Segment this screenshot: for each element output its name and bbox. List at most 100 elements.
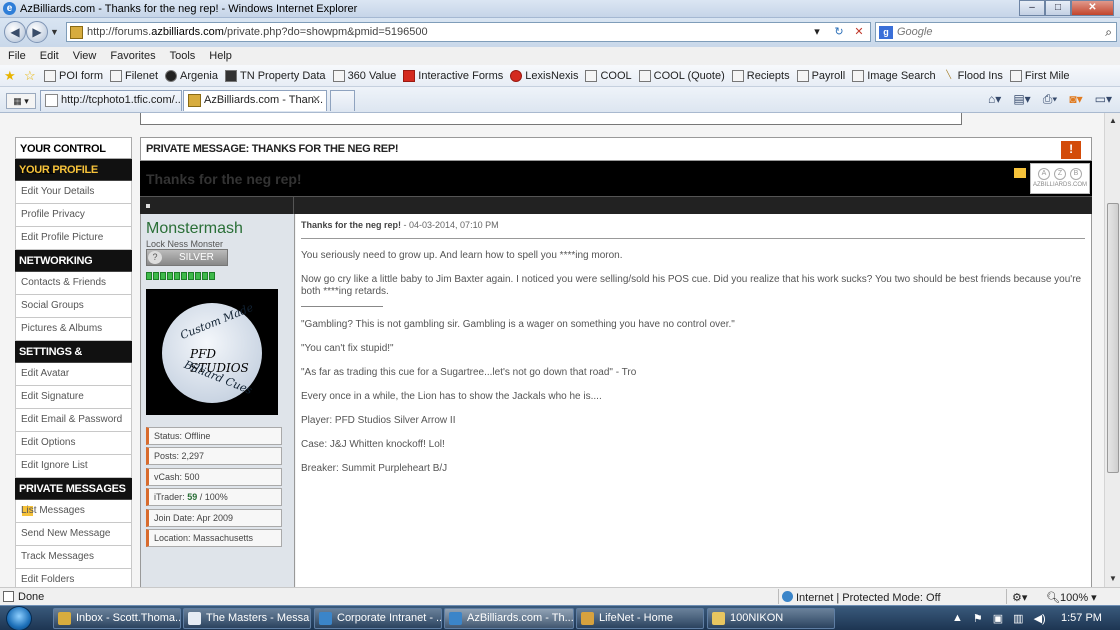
top-strip: [140, 113, 962, 125]
fav-cool-quote[interactable]: COOL (Quote): [638, 69, 725, 82]
fav-flood-ins[interactable]: ╲ Flood Ins: [943, 70, 1003, 82]
fav-reciepts[interactable]: Reciepts: [731, 69, 790, 82]
fav-cool[interactable]: COOL: [585, 69, 632, 82]
rss-icon[interactable]: ◙▾: [1069, 92, 1082, 107]
tray-expand-icon[interactable]: ▲: [952, 612, 963, 625]
menu-favorites[interactable]: Favorites: [110, 47, 155, 65]
minimize-button[interactable]: –: [1019, 0, 1045, 16]
signature-line: Player: PFD Studios Silver Arrow II: [301, 415, 456, 426]
stop-icon[interactable]: ✕: [852, 25, 866, 40]
username[interactable]: Monstermash: [146, 220, 243, 238]
link-pictures-albums[interactable]: Pictures & Albums: [15, 318, 132, 341]
new-tab-button[interactable]: [330, 90, 355, 111]
forward-button[interactable]: ▶: [26, 21, 48, 43]
print-icon[interactable]: ⎙▾: [1043, 92, 1058, 107]
menu-tools[interactable]: Tools: [170, 47, 196, 65]
menu-help[interactable]: Help: [209, 47, 232, 65]
back-button[interactable]: ◀: [4, 21, 26, 43]
fav-lexisnexis[interactable]: LexisNexis: [510, 69, 578, 82]
fav-360-value[interactable]: 360 Value: [332, 69, 396, 82]
scroll-up-icon[interactable]: ▲: [1105, 113, 1120, 129]
fav-image-search[interactable]: Image Search: [852, 69, 936, 82]
fav-payroll[interactable]: Payroll: [796, 69, 845, 82]
tab-azbilliards[interactable]: AzBilliards.com - Than... ✕: [183, 90, 327, 111]
task-lifenet[interactable]: LifeNet - Home: [576, 608, 704, 629]
home-icon[interactable]: ⌂▾: [988, 92, 1001, 107]
search-icon[interactable]: ⌕: [1105, 25, 1112, 40]
add-favorite-icon[interactable]: ☆: [24, 68, 40, 84]
post-body: Thanks for the neg rep! - 04-03-2014, 07…: [296, 214, 1091, 587]
link-edit-options[interactable]: Edit Options: [15, 432, 132, 455]
link-social-groups[interactable]: Social Groups: [15, 295, 132, 318]
search-input[interactable]: g Google ⌕: [875, 22, 1117, 42]
link-list-messages[interactable]: List Messages: [15, 500, 132, 523]
command-bar: ⌂▾ ▤▾ ⎙▾ ◙▾ ▭▾: [988, 92, 1112, 107]
volume-icon[interactable]: ◀): [1034, 612, 1046, 625]
start-button[interactable]: [6, 606, 32, 630]
rep-bar: [188, 272, 194, 280]
maximize-button[interactable]: □: [1045, 0, 1071, 16]
refresh-icon[interactable]: ↻: [832, 25, 846, 40]
page-menu-icon[interactable]: ▭▾: [1095, 92, 1112, 107]
address-url[interactable]: http://forums.azbilliards.com/private.ph…: [87, 26, 428, 38]
fav-tn-property-data[interactable]: TN Property Data: [224, 69, 326, 82]
stat-itrader: iTrader: 59 / 100%: [146, 488, 282, 506]
tn-icon: [224, 69, 237, 82]
menu-view[interactable]: View: [73, 47, 97, 65]
web-slice-icon: [44, 69, 56, 82]
link-edit-email-password[interactable]: Edit Email & Password: [15, 409, 132, 432]
history-dropdown-icon[interactable]: ▼: [50, 27, 59, 37]
close-button[interactable]: ✕: [1071, 0, 1114, 16]
task-inbox[interactable]: Inbox - Scott.Thoma...: [53, 608, 181, 629]
fav-poi-form[interactable]: POI form: [44, 69, 103, 82]
link-track-messages[interactable]: Track Messages: [15, 546, 132, 569]
fav-first-mile[interactable]: First Mile: [1009, 69, 1070, 82]
scroll-thumb[interactable]: [1107, 203, 1119, 473]
feeds-icon[interactable]: ▤▾: [1013, 92, 1030, 107]
task-azbilliards[interactable]: AzBilliards.com - Th...: [444, 608, 574, 629]
scroll-down-icon[interactable]: ▼: [1105, 571, 1120, 587]
link-send-new-message[interactable]: Send New Message: [15, 523, 132, 546]
tray-app-icon[interactable]: ▣: [993, 612, 1003, 625]
network-icon[interactable]: ▥: [1013, 612, 1023, 625]
link-edit-avatar[interactable]: Edit Avatar: [15, 363, 132, 386]
stat-join-date: Join Date: Apr 2009: [146, 509, 282, 527]
fav-argenia[interactable]: Argenia: [165, 69, 218, 82]
outlook-icon: [58, 612, 71, 625]
clock[interactable]: 1:57 PM: [1061, 612, 1102, 624]
link-edit-ignore-list[interactable]: Edit Ignore List: [15, 455, 132, 478]
bookmark-icon[interactable]: [1014, 168, 1026, 178]
page-icon: [188, 612, 201, 625]
task-100nikon[interactable]: 100NIKON: [707, 608, 835, 629]
menu-file[interactable]: File: [8, 47, 26, 65]
report-warning-icon[interactable]: !: [1061, 141, 1081, 159]
task-corporate-intranet[interactable]: Corporate Intranet - ...: [314, 608, 442, 629]
fav-filenet[interactable]: Filenet: [110, 69, 158, 82]
security-zone[interactable]: Internet | Protected Mode: Off: [782, 591, 941, 604]
tab-tcphoto[interactable]: http://tcphoto1.tfic.com/...: [40, 90, 182, 111]
post-text: You seriously need to grow up. And learn…: [301, 250, 1085, 487]
link-profile-privacy[interactable]: Profile Privacy: [15, 204, 132, 227]
link-edit-signature[interactable]: Edit Signature: [15, 386, 132, 409]
quick-tabs-icon[interactable]: ▦ ▾: [6, 93, 36, 109]
favorites-star-icon[interactable]: ★: [4, 68, 20, 84]
task-the-masters[interactable]: The Masters - Messa...: [183, 608, 311, 629]
zoom-level[interactable]: 🔍︎100% ▾: [1046, 591, 1097, 604]
link-contacts-friends[interactable]: Contacts & Friends: [15, 272, 132, 295]
link-edit-profile-picture[interactable]: Edit Profile Picture: [15, 227, 132, 250]
rep-bar: [181, 272, 187, 280]
pm-title-bar: Thanks for the neg rep! A Z B AZBILLIARD…: [140, 161, 1092, 196]
vertical-scrollbar[interactable]: ▲ ▼: [1104, 113, 1120, 587]
link-edit-folders[interactable]: Edit Folders: [15, 569, 132, 587]
user-title: Lock Ness Monster: [146, 239, 224, 249]
close-tab-icon[interactable]: ✕: [312, 91, 321, 110]
fav-interactive-forms[interactable]: Interactive Forms: [403, 69, 503, 82]
link-edit-your-details[interactable]: Edit Your Details: [15, 181, 132, 204]
signature-divider: [301, 306, 383, 307]
signature-line: Breaker: Summit Purpleheart B/J: [301, 463, 448, 474]
safety-icon[interactable]: ⚙▾: [1012, 591, 1027, 604]
action-center-icon[interactable]: ⚑: [973, 612, 983, 625]
address-dropdown-icon[interactable]: ▾: [810, 25, 824, 40]
menu-edit[interactable]: Edit: [40, 47, 59, 65]
address-bar[interactable]: http://forums.azbilliards.com/private.ph…: [66, 22, 871, 42]
